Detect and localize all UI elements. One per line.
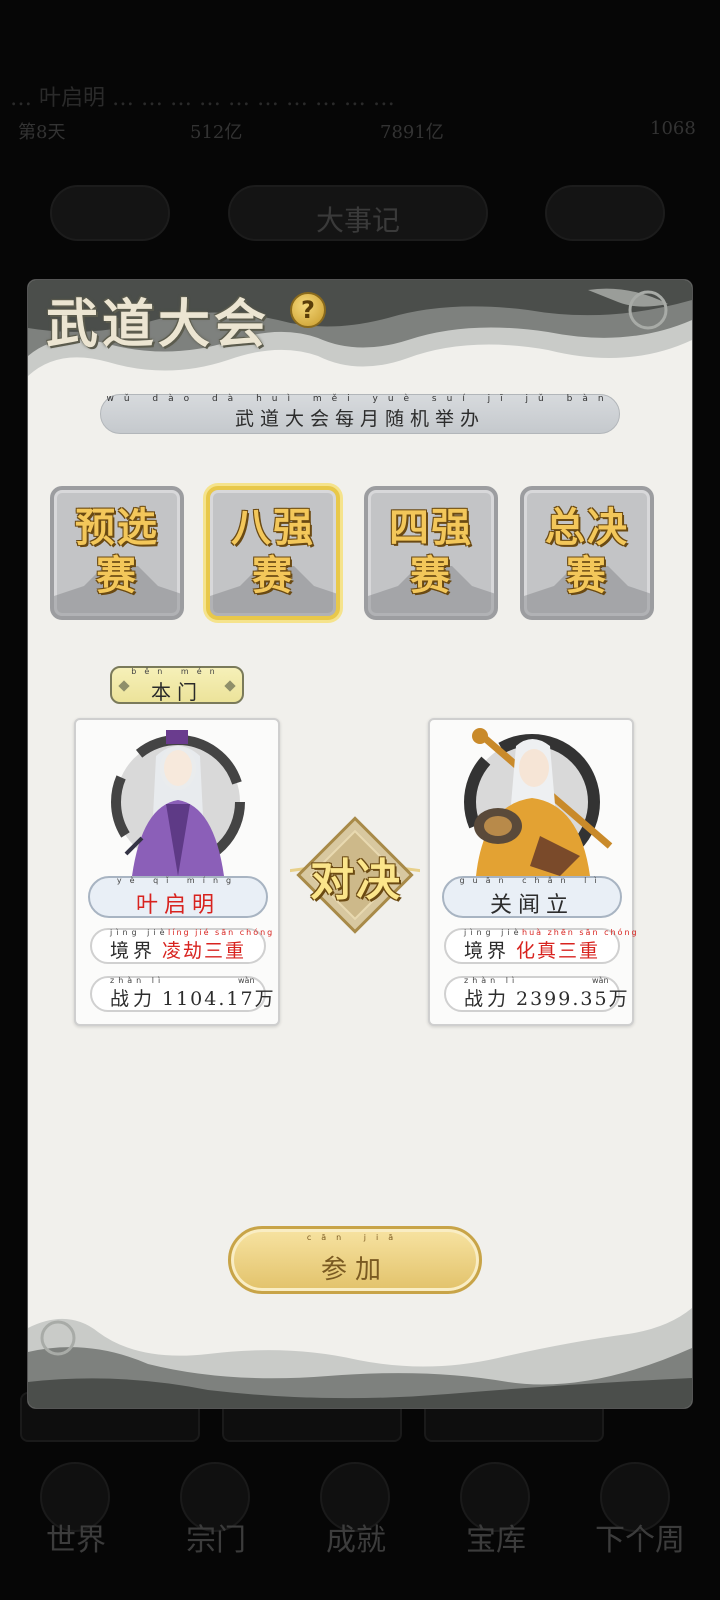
right-player-name-plate: guān chǎn lì 关闻立 [442,876,622,918]
right-player-portrait [464,728,613,876]
tab-semifinal-label: 四强赛 [389,504,473,599]
background-stat-1: 第8天 [18,122,66,143]
dialog-title: 武道大会 [46,294,271,355]
tab-quarterfinal[interactable]: 八强赛 [206,486,340,620]
left-player-power-label: 战力 [110,988,157,1010]
background-pill-left [50,185,170,241]
background-nav-treasury: 宝库 [466,1523,526,1558]
sect-tag-label: 本门 [151,680,203,704]
right-player-power: zhàn lì 战力 wàn 2399.35万 [444,976,628,1012]
right-player-realm-value: 化真三重 [516,940,601,962]
background-nav-sect: 宗门 [186,1523,246,1558]
background-pill-label: 大事记 [315,204,400,237]
help-icon[interactable]: ? [290,292,326,328]
background-pill-center: 大事记 [228,185,488,241]
sect-tag-pinyin: běn mén [131,667,223,676]
background-top-text: … 叶启明 … … … … … … … … … … [10,86,395,111]
background-nav-next: 下个周 [595,1523,685,1558]
background-stat-2: 512亿 [190,122,243,143]
tab-preliminary-label: 预选赛 [75,504,159,599]
left-player-name-pinyin: yè qǐ míng [116,876,240,885]
tab-final-label: 总决赛 [545,504,629,599]
background-nav-world: 世界 [46,1523,106,1558]
notice-text: 武道大会每月随机举办 [234,408,485,430]
left-player-card[interactable]: yè qǐ míng 叶启明 jìng jiè 境界 líng jié sān … [74,718,280,1026]
right-player-realm-label: 境界 [464,940,511,962]
footer-cloud-art [28,1308,692,1408]
join-button-pinyin: cān jiā [306,1233,404,1242]
background-stat-3: 7891亿 [380,122,444,143]
left-player-realm: jìng jiè 境界 líng jié sān chóng 凌劫三重 [90,928,272,964]
versus-label: 对决 [310,855,402,906]
join-button[interactable]: cān jiā 参加 [228,1226,482,1294]
left-player-power: zhàn lì 战力 wàn 1104.17万 [90,976,274,1012]
left-player-power-value: 1104.17万 [162,988,276,1010]
background-pill-right [545,185,665,241]
tab-quarterfinal-label: 八强赛 [231,504,315,599]
own-sect-tag: běn mén 本门 [110,666,244,704]
left-player-portrait [111,730,245,876]
left-player-name: 叶启明 [135,893,220,918]
martial-tournament-dialog: 武道大会 ? wǔ dào dà huì měi yuè suí jī jǔ b… [28,280,692,1408]
right-player-power-value: 2399.35万 [516,988,630,1010]
join-button-label: 参加 [320,1255,389,1285]
notice-bar: wǔ dào dà huì měi yuè suí jī jǔ bàn 武道大会… [100,394,620,434]
notice-pinyin: wǔ dào dà huì měi yuè suí jī jǔ bàn [106,394,614,404]
right-player-name: 关闻立 [489,893,574,918]
right-player-name-pinyin: guān chǎn lì [459,876,605,885]
tab-final[interactable]: 总决赛 [520,486,654,620]
left-player-realm-value: 凌劫三重 [162,940,247,962]
background-nav-achievement: 成就 [326,1523,386,1558]
right-player-power-label: 战力 [464,988,511,1010]
tab-semifinal[interactable]: 四强赛 [364,486,498,620]
right-player-card[interactable]: guān chǎn lì 关闻立 jìng jiè 境界 huà zhēn sā… [428,718,637,1026]
left-player-realm-label: 境界 [110,940,157,962]
background-stat-4: 1068 [650,118,696,139]
right-player-realm: jìng jiè 境界 huà zhēn sān chóng 化真三重 [444,928,637,964]
tab-preliminary[interactable]: 预选赛 [50,486,184,620]
left-player-name-plate: yè qǐ míng 叶启明 [88,876,268,918]
